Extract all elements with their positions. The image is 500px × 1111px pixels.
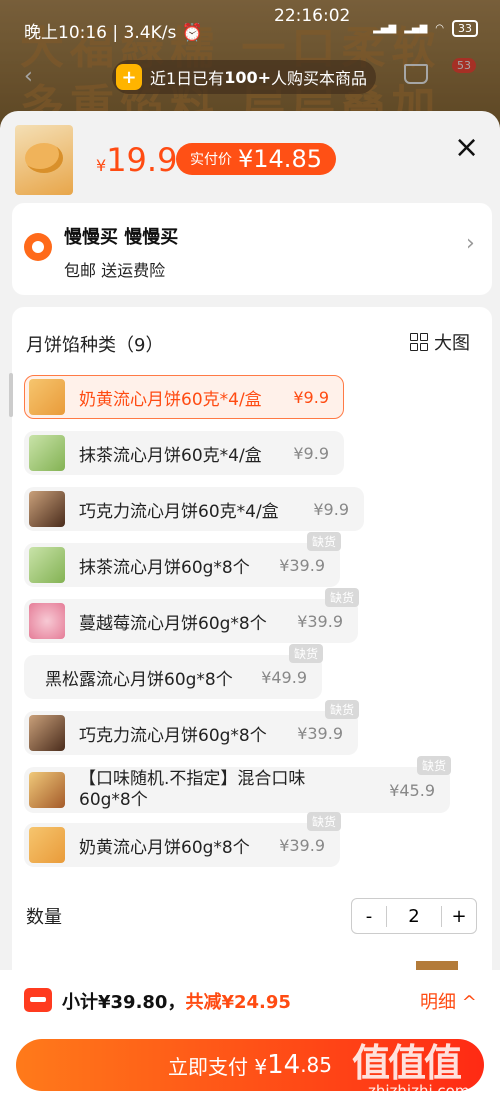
out-of-stock-badge: 缺货 [288,644,323,663]
discount-value: 共减¥24.95 [185,992,291,1013]
battery-icon: 33 [452,20,478,37]
large-view-toggle[interactable]: 大图 [410,329,470,355]
quantity-decrease-button[interactable]: - [352,906,386,927]
variant-price: ¥39.9 [297,723,343,743]
status-time: 晚上10:16 [24,23,107,43]
location-icon [24,233,52,261]
out-of-stock-badge: 缺货 [324,588,359,607]
variant-thumbnail [29,379,65,415]
quantity-input[interactable]: 2 [385,905,443,927]
shipping-card[interactable]: 慢慢买 慢慢买 包邮 送运费险 › [12,203,492,295]
product-price: ¥19.9 [96,141,177,179]
variant-option[interactable]: 奶黄流心月饼60g*8个 ¥39.9 缺货 [24,812,341,867]
actual-price-label: 实付价 [190,152,232,168]
variant-name-line2: 60g*8个 [79,790,148,810]
price-value: 19.9 [106,141,178,179]
variant-name: 抹茶流心月饼60g*8个 [79,557,250,578]
variant-thumbnail [29,491,65,527]
coupon-icon [24,988,52,1012]
signal-icon: ▂▄▆ [373,23,397,34]
variant-option[interactable]: 【口味随机.不指定】混合口味 60g*8个 ¥45.9 缺货 [24,756,451,813]
out-of-stock-badge: 缺货 [306,812,341,831]
actual-price-value: ¥14.85 [238,145,322,173]
price-currency: ¥ [96,156,107,175]
variant-price: ¥9.9 [313,499,349,519]
out-of-stock-badge: 缺货 [416,756,451,775]
variant-price: ¥39.9 [297,611,343,631]
product-thumbnail[interactable] [15,125,73,195]
variant-option[interactable]: 抹茶流心月饼60克*4/盒 ¥9.9 [24,431,344,475]
variant-thumbnail [29,603,65,639]
scroll-indicator [9,373,13,417]
details-toggle[interactable]: 明细 ^ [420,988,477,1014]
variant-price: ¥49.9 [261,667,307,687]
watermark-site: zhizhizhi.com [368,1082,470,1100]
variant-name: 【口味随机.不指定】混合口味 60g*8个 [79,769,305,811]
variant-option[interactable]: 巧克力流心月饼60克*4/盒 ¥9.9 [24,487,364,531]
shipping-subtitle: 包邮 送运费险 [64,261,166,280]
variant-name-line1: 【口味随机.不指定】混合口味 [79,769,306,789]
variant-price: ¥45.9 [389,780,435,800]
variant-option[interactable]: 黑松露流心月饼60g*8个 ¥49.9 缺货 [24,644,323,699]
signal-icon-2: ▂▄▆ [404,23,428,34]
pay-amount-dec: .85 [300,1053,332,1077]
status-left: 晚上10:16 | 3.4K/s ⏰ [24,23,203,43]
variant-thumbnail [29,435,65,471]
variant-option[interactable]: 抹茶流心月饼60g*8个 ¥39.9 缺货 [24,532,341,587]
variant-price: ¥39.9 [279,555,325,575]
actual-price-badge: 实付价 ¥14.85 [176,143,336,175]
out-of-stock-badge: 缺货 [306,532,341,551]
purchase-count-banner: + 近1日已有 100+ 人购买本商品 [112,60,376,94]
pay-label: 立即支付 ¥ [168,1054,268,1079]
alarm-icon: ⏰ [181,23,203,43]
status-right: ▂▄▆ ▂▄▆ ◠ 33 [373,20,478,37]
variant-name: 巧克力流心月饼60g*8个 [79,725,267,746]
banner-count: 100+ [224,67,271,87]
variant-thumbnail [29,547,65,583]
variant-price: ¥9.9 [293,387,329,407]
variant-name: 抹茶流心月饼60克*4/盒 [79,445,262,466]
status-clock: 22:16:02 [274,6,351,26]
variant-option[interactable]: 巧克力流心月饼60g*8个 ¥39.9 缺货 [24,700,359,755]
variant-section-title: 月饼馅种类（9） [26,335,164,356]
variant-option[interactable]: 奶黄流心月饼60克*4/盒 ¥9.9 [24,375,344,419]
variant-price: ¥39.9 [279,835,325,855]
shopping-bag-icon: + [116,64,142,90]
status-bar: 晚上10:16 | 3.4K/s ⏰ 22:16:02 ▂▄▆ ▂▄▆ ◠ 33 [0,0,500,50]
quantity-increase-button[interactable]: + [442,906,476,927]
out-of-stock-badge: 缺货 [324,700,359,719]
chevron-right-icon: › [466,231,475,256]
wifi-icon: ◠ [435,23,444,34]
variant-price: ¥9.9 [293,443,329,463]
variant-option[interactable]: 蔓越莓流心月饼60g*8个 ¥39.9 缺货 [24,588,359,643]
large-view-label: 大图 [434,333,470,354]
banner-text-post: 人购买本商品 [271,69,368,88]
banner-text-pre: 近1日已有 [150,69,225,88]
close-icon[interactable]: × [454,133,479,163]
variant-name: 奶黄流心月饼60克*4/盒 [79,389,262,410]
variant-name: 巧克力流心月饼60克*4/盒 [79,501,279,522]
status-speed: 3.4K/s [123,23,177,43]
variant-name: 蔓越莓流心月饼60g*8个 [79,613,267,634]
grid-icon [410,333,428,351]
watermark-logo: 值值值 [352,1041,462,1085]
variant-thumbnail [29,715,65,751]
variant-thumbnail [29,827,65,863]
subtotal-value: 小计¥39.80， [62,992,186,1013]
shipping-title: 慢慢买 慢慢买 [64,227,179,248]
subtotal-text: 小计¥39.80，共减¥24.95 [62,988,291,1014]
variant-name: 黑松露流心月饼60g*8个 [45,669,233,690]
variant-thumbnail [29,772,65,808]
pay-amount-int: 14 [267,1050,301,1080]
variant-name: 奶黄流心月饼60g*8个 [79,837,250,858]
quantity-stepper: - 2 + [351,898,477,934]
quantity-label: 数量 [26,907,62,928]
